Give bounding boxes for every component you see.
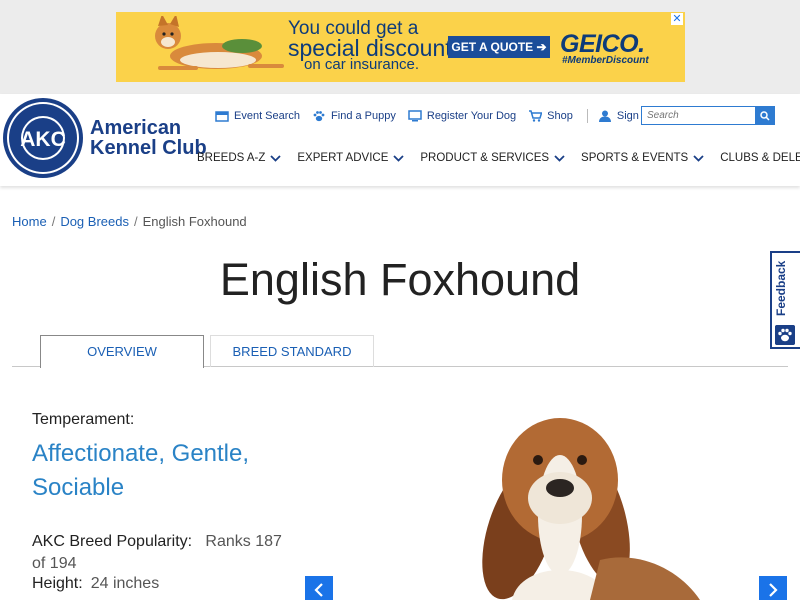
- temperament-label: Temperament:: [32, 411, 135, 428]
- breadcrumb-dog-breeds[interactable]: Dog Breeds: [60, 214, 129, 229]
- nav-product-services[interactable]: PRODUCT & SERVICES: [420, 152, 565, 164]
- util-shop-label: Shop: [547, 110, 573, 122]
- popularity-label: AKC Breed Popularity:: [32, 533, 193, 550]
- util-register-your-dog-label: Register Your Dog: [426, 110, 517, 122]
- height-value: 24 inches: [90, 575, 160, 592]
- arrow-right-icon: ➔: [536, 40, 547, 54]
- carousel-next-button[interactable]: [759, 576, 787, 600]
- nav-breeds-a-z-label: BREEDS A-Z: [197, 152, 266, 164]
- util-event-search-label: Event Search: [234, 110, 301, 122]
- tab-overview[interactable]: OVERVIEW: [40, 335, 204, 368]
- nav-sports-events[interactable]: SPORTS & EVENTS: [581, 152, 704, 164]
- search-button[interactable]: [755, 107, 774, 124]
- ad-close-icon[interactable]: ✕: [671, 13, 683, 25]
- breadcrumb: Home / Dog Breeds / English Foxhound: [12, 214, 247, 229]
- height-row: Height: 24 inches: [32, 575, 159, 593]
- paw-icon: [775, 325, 795, 345]
- site-header: AKC American Kennel Club Event Search Fi…: [0, 94, 800, 186]
- feedback-tab[interactable]: Feedback: [770, 251, 800, 349]
- search-box: [641, 106, 775, 125]
- temperament-value: Affectionate, Gentle, Sociable: [32, 440, 250, 501]
- chevron-right-icon: [769, 583, 778, 597]
- carousel-prev-button[interactable]: [305, 576, 333, 600]
- breadcrumb-home[interactable]: Home: [12, 214, 47, 229]
- nav-breeds-a-z[interactable]: BREEDS A-Z: [197, 152, 282, 164]
- user-icon: [598, 110, 611, 122]
- util-register-your-dog[interactable]: Register Your Dog: [408, 110, 516, 122]
- ad-dog-image: [155, 16, 284, 70]
- search-icon: [759, 110, 770, 121]
- breadcrumb-separator: /: [51, 214, 56, 229]
- register-icon: [408, 110, 422, 122]
- calendar-icon: [215, 111, 229, 122]
- page: ✕ You could get a special discount on ca…: [0, 0, 800, 600]
- feedback-label: Feedback: [774, 260, 788, 316]
- seal-text: AKC: [20, 128, 66, 151]
- util-shop[interactable]: Shop: [528, 110, 573, 122]
- utility-nav: Event Search Find a Puppy Register Your …: [215, 108, 663, 124]
- height-label: Height:: [32, 575, 83, 592]
- ad-line-3: on car insurance.: [304, 56, 420, 73]
- nav-expert-advice[interactable]: EXPERT ADVICE: [297, 152, 405, 164]
- breadcrumb-separator: /: [133, 214, 138, 229]
- util-event-search[interactable]: Event Search: [215, 110, 300, 122]
- get-a-quote-button[interactable]: GET A QUOTE ➔: [448, 36, 550, 58]
- get-a-quote-label: GET A QUOTE: [451, 40, 534, 54]
- akc-wordmark[interactable]: American Kennel Club: [90, 118, 207, 158]
- wordmark-line-1: American: [90, 117, 182, 139]
- breadcrumb-current: English Foxhound: [142, 214, 247, 229]
- popularity-row: AKC Breed Popularity: Ranks 187 of 194: [32, 531, 282, 575]
- akc-seal-logo[interactable]: AKC: [2, 97, 84, 179]
- chevron-left-icon: [314, 583, 323, 597]
- cart-icon: [529, 110, 543, 122]
- search-input[interactable]: [642, 107, 755, 124]
- ad-tagline: #MemberDiscount: [562, 55, 649, 66]
- chevron-down-icon: [693, 154, 704, 162]
- nav-product-services-label: PRODUCT & SERVICES: [420, 152, 550, 164]
- chevron-down-icon: [554, 154, 565, 162]
- page-title: English Foxhound: [219, 254, 581, 305]
- ad-band: ✕ You could get a special discount on ca…: [0, 0, 800, 94]
- chevron-down-icon: [393, 154, 405, 162]
- nav-expert-advice-label: EXPERT ADVICE: [297, 152, 389, 164]
- wordmark-line-2: Kennel Club: [90, 137, 207, 159]
- util-divider: [586, 109, 588, 123]
- nav-clubs-delegates[interactable]: CLUBS & DELEGATES: [720, 152, 800, 164]
- breed-photo: [482, 418, 700, 600]
- main-nav: BREEDS A-Z EXPERT ADVICE PRODUCT & SERVI…: [197, 152, 800, 164]
- nav-clubs-delegates-label: CLUBS & DELEGATES: [720, 152, 800, 164]
- chevron-down-icon: [270, 154, 282, 162]
- util-find-a-puppy[interactable]: Find a Puppy: [312, 110, 396, 122]
- nav-sports-events-label: SPORTS & EVENTS: [581, 152, 689, 164]
- geico-ad-banner[interactable]: ✕ You could get a special discount on ca…: [116, 12, 685, 82]
- paw-icon: [313, 111, 325, 122]
- util-find-a-puppy-label: Find a Puppy: [331, 110, 396, 122]
- tab-breed-standard[interactable]: BREED STANDARD: [210, 335, 374, 367]
